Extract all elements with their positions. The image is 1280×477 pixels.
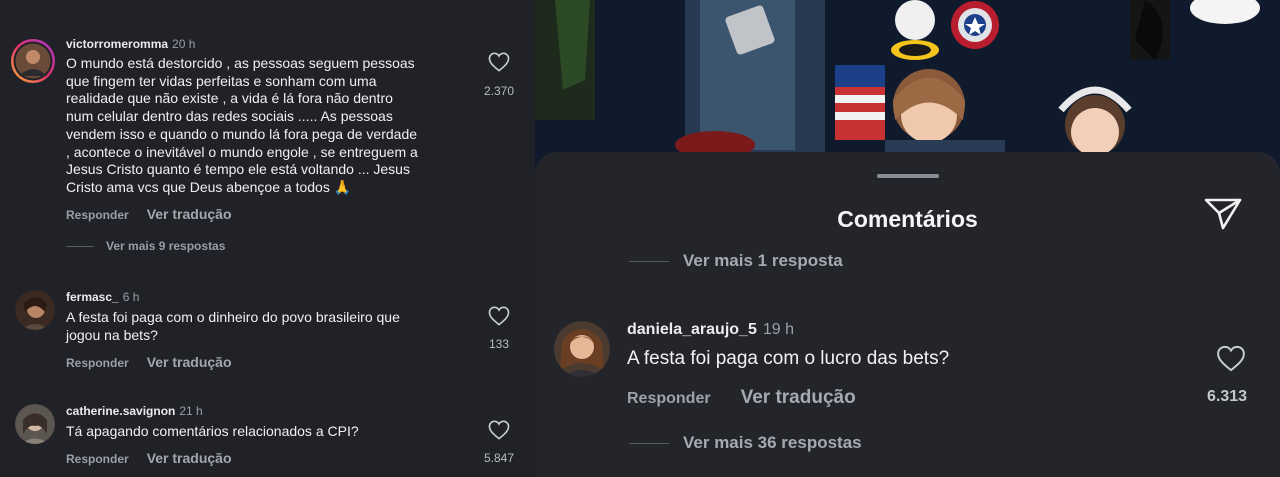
comments-bottom-sheet: Comentários [535, 152, 1280, 477]
avatar[interactable] [554, 321, 610, 377]
send-icon[interactable] [1203, 196, 1243, 237]
comment-line: jogou na bets? [66, 326, 158, 343]
translate-button[interactable]: Ver tradução [741, 387, 856, 408]
username-text[interactable]: catherine.savignon [66, 404, 175, 418]
comment-actions: Responder Ver tradução [66, 354, 232, 370]
username-text[interactable]: fermasc_ [66, 290, 119, 304]
comment-username[interactable]: victorromeromma 20 h [66, 37, 195, 51]
comment-actions: Responder Ver tradução [627, 387, 856, 409]
sheet-title: Comentários [837, 206, 978, 232]
view-more-replies-button[interactable]: Ver mais 9 respostas [65, 239, 225, 253]
comment-text: A festa foi paga com o lucro das bets? [627, 348, 950, 369]
comment-text: O mundo está destorcido , as pessoas seg… [66, 55, 418, 197]
username-text[interactable]: daniela_araujo_5 [627, 321, 757, 338]
like-count: 2.370 [483, 84, 515, 98]
comment-line: realidade que não existe , a vida é lá f… [66, 90, 393, 107]
translate-button[interactable]: Ver tradução [147, 354, 232, 370]
like-count: 5.847 [483, 451, 515, 465]
background-photo [535, 0, 1280, 175]
comment-line: Tá apagando comentários relacionados a C… [66, 423, 359, 439]
comment-time: 19 h [762, 321, 794, 338]
comment-username[interactable]: fermasc_ 6 h [66, 290, 139, 304]
reply-button[interactable]: Responder [66, 208, 129, 222]
like-count: 133 [488, 337, 510, 351]
like-heart-icon[interactable] [488, 306, 510, 331]
view-more-replies-button[interactable]: Ver mais 36 respostas [683, 433, 862, 453]
comment-actions: Responder Ver tradução [66, 206, 232, 222]
translate-button[interactable]: Ver tradução [147, 206, 232, 222]
comment-line: Jesus Cristo quanto é tempo ele está vol… [66, 161, 410, 178]
comment-line: que fingem ter vidas perfeitas e sonham … [66, 72, 377, 89]
comment-actions: Responder Ver tradução [66, 450, 232, 466]
like-heart-icon[interactable] [488, 420, 510, 445]
username-text[interactable]: victorromeromma [66, 37, 168, 51]
like-heart-icon[interactable] [1216, 345, 1246, 377]
sheet-drag-handle[interactable] [877, 174, 939, 178]
reply-button[interactable]: Responder [66, 452, 129, 466]
comment-line: Cristo ama vcs que Deus abençoe a todos … [66, 178, 352, 195]
comment-line: O mundo está destorcido , as pessoas seg… [66, 55, 415, 71]
comment-time: 6 h [122, 290, 140, 304]
translate-button[interactable]: Ver tradução [147, 450, 232, 466]
comment-username[interactable]: daniela_araujo_5 19 h [627, 321, 794, 339]
avatar[interactable] [10, 38, 56, 84]
comment-line: , acontece o inevitável o mundo engole ,… [66, 143, 418, 160]
divider-line [629, 443, 669, 444]
comment-username[interactable]: catherine.savignon 21 h [66, 404, 203, 418]
right-comments-sheet-view: Comentários Ver mais 1 resposta daniela_… [535, 0, 1280, 477]
comment-text: A festa foi paga com o dinheiro do povo … [66, 309, 400, 344]
comment-time: 21 h [179, 404, 203, 418]
avatar[interactable] [15, 290, 55, 330]
like-heart-icon[interactable] [488, 52, 510, 77]
comment-line: vendem isso e quando o mundo lá fora peg… [66, 125, 418, 142]
reply-button[interactable]: Responder [66, 356, 129, 370]
comment-line: A festa foi paga com o dinheiro do povo … [66, 309, 400, 325]
comment-line: num celular dentro das redes sociais ...… [66, 108, 393, 125]
like-count: 6.313 [1207, 388, 1248, 405]
reply-button[interactable]: Responder [627, 390, 711, 407]
divider-line [629, 261, 669, 262]
comment-text: Tá apagando comentários relacionados a C… [66, 423, 359, 441]
left-comments-panel: victorromeromma 20 h O mundo está destorc… [0, 0, 535, 477]
view-more-replies-button[interactable]: Ver mais 1 resposta [683, 251, 843, 271]
avatar[interactable] [15, 404, 55, 444]
comment-time: 20 h [172, 37, 196, 51]
